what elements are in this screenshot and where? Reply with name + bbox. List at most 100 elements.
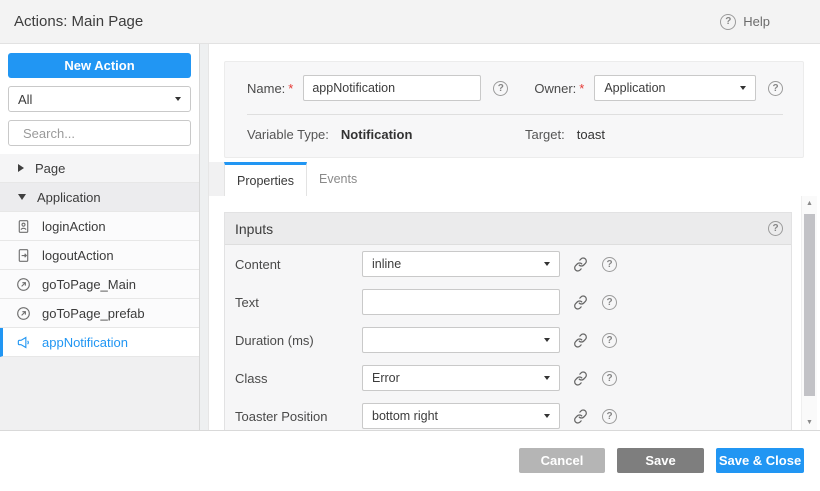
input-row-label: Class: [235, 371, 362, 386]
actions-tree: Page Application loginAction logoutActio…: [0, 154, 199, 430]
cancel-button[interactable]: Cancel: [519, 448, 605, 473]
dropdown-arrow-icon: [544, 262, 550, 266]
dropdown-value: Error: [372, 371, 400, 385]
help-icon: ?: [720, 14, 736, 30]
scroll-down-arrow-icon[interactable]: ▼: [802, 419, 817, 426]
help-icon[interactable]: ?: [768, 81, 783, 96]
input-row-toaster-position: Toaster Position bottom right ?: [225, 397, 791, 430]
help-label: Help: [743, 14, 770, 29]
input-row-class: Class Error ?: [225, 359, 791, 397]
dialog-footer: Cancel Save Save & Close: [0, 431, 820, 490]
required-marker: *: [288, 81, 293, 96]
tab-bar: Properties Events: [209, 162, 820, 196]
owner-dropdown[interactable]: Application: [594, 75, 756, 101]
header-help-link[interactable]: ? Help: [720, 14, 770, 30]
name-label: Name:: [247, 81, 285, 96]
input-row-label: Toaster Position: [235, 409, 362, 424]
input-row-label: Text: [235, 295, 362, 310]
filter-value: All: [18, 92, 32, 107]
action-summary-card: Name: * ? Owner: * Application ? Variabl…: [224, 61, 804, 158]
value-dropdown[interactable]: [362, 327, 560, 353]
value-input[interactable]: [362, 289, 560, 315]
input-row-label: Content: [235, 257, 362, 272]
save-button[interactable]: Save: [617, 448, 704, 473]
dropdown-value: bottom right: [372, 409, 438, 423]
filter-dropdown[interactable]: All: [8, 86, 191, 112]
page-title: Actions: Main Page: [14, 13, 143, 30]
tree-group-label: Page: [35, 161, 65, 176]
tab-events[interactable]: Events: [307, 162, 369, 196]
help-icon[interactable]: ?: [768, 221, 783, 236]
sidebar-item-loginAction[interactable]: loginAction: [0, 212, 199, 241]
target-value: toast: [577, 127, 605, 142]
login-icon: [16, 219, 31, 234]
variable-type-value: Notification: [341, 127, 413, 142]
go-to-page-icon: [16, 277, 31, 292]
actions-dialog: Actions: Main Page ? Help New Action All: [0, 0, 820, 491]
owner-value: Application: [604, 81, 665, 95]
help-icon[interactable]: ?: [602, 371, 617, 386]
target-label: Target:: [525, 127, 565, 142]
search-box: [8, 120, 191, 146]
inputs-title: Inputs: [235, 221, 273, 237]
input-row-label: Duration (ms): [235, 333, 362, 348]
link-icon[interactable]: [573, 257, 588, 272]
dropdown-arrow-icon: [544, 338, 550, 342]
save-close-button[interactable]: Save & Close: [716, 448, 804, 473]
actions-sidebar: New Action All Page Application: [0, 44, 200, 430]
dropdown-value: inline: [372, 257, 401, 271]
logout-icon: [16, 248, 31, 263]
tree-group-label: Application: [37, 190, 101, 205]
panel-divider: [200, 44, 209, 430]
tree-item-label: appNotification: [42, 335, 128, 350]
tree-group-page[interactable]: Page: [0, 154, 199, 183]
dropdown-arrow-icon: [740, 86, 746, 90]
search-input[interactable]: [23, 126, 199, 141]
tab-bar-lead: [209, 162, 224, 196]
sidebar-item-appNotification[interactable]: appNotification: [0, 328, 199, 357]
name-field[interactable]: [303, 75, 481, 101]
notification-icon: [16, 335, 31, 350]
vertical-scrollbar[interactable]: ▲ ▼: [801, 196, 817, 430]
dropdown-arrow-icon: [544, 414, 550, 418]
tree-item-label: loginAction: [42, 219, 106, 234]
dialog-body: New Action All Page Application: [0, 44, 820, 431]
help-icon[interactable]: ?: [602, 295, 617, 310]
scrollbar-thumb[interactable]: [804, 214, 815, 396]
sidebar-item-goToPage_prefab[interactable]: goToPage_prefab: [0, 299, 199, 328]
help-icon[interactable]: ?: [602, 257, 617, 272]
link-icon[interactable]: [573, 371, 588, 386]
caret-down-icon: [18, 194, 26, 200]
link-icon[interactable]: [573, 295, 588, 310]
link-icon[interactable]: [573, 409, 588, 424]
go-to-page-icon: [16, 306, 31, 321]
owner-label: Owner:: [534, 81, 576, 96]
help-icon[interactable]: ?: [602, 333, 617, 348]
inputs-panel-header: Inputs ?: [225, 213, 791, 245]
value-dropdown[interactable]: Error: [362, 365, 560, 391]
dialog-header: Actions: Main Page ? Help: [0, 0, 820, 44]
help-icon[interactable]: ?: [493, 81, 508, 96]
link-icon[interactable]: [573, 333, 588, 348]
value-dropdown[interactable]: bottom right: [362, 403, 560, 429]
input-row-duration-ms-: Duration (ms) ?: [225, 321, 791, 359]
tree-item-label: logoutAction: [42, 248, 114, 263]
help-icon[interactable]: ?: [602, 409, 617, 424]
sidebar-empty-area: [0, 357, 199, 430]
dropdown-arrow-icon: [175, 97, 181, 101]
inputs-panel: Inputs ? Content inline ? Text ? Duratio…: [224, 212, 792, 430]
input-row-text: Text ?: [225, 283, 791, 321]
sidebar-item-logoutAction[interactable]: logoutAction: [0, 241, 199, 270]
variable-type-label: Variable Type:: [247, 127, 329, 142]
scroll-up-arrow-icon[interactable]: ▲: [802, 200, 817, 207]
input-row-content: Content inline ?: [225, 245, 791, 283]
action-detail-pane: Name: * ? Owner: * Application ? Variabl…: [209, 44, 820, 430]
sidebar-item-goToPage_Main[interactable]: goToPage_Main: [0, 270, 199, 299]
value-dropdown[interactable]: inline: [362, 251, 560, 277]
required-marker: *: [579, 81, 584, 96]
tree-item-label: goToPage_Main: [42, 277, 136, 292]
tab-properties[interactable]: Properties: [224, 162, 307, 196]
tree-group-application[interactable]: Application: [0, 183, 199, 212]
new-action-button[interactable]: New Action: [8, 53, 191, 78]
dropdown-arrow-icon: [544, 376, 550, 380]
